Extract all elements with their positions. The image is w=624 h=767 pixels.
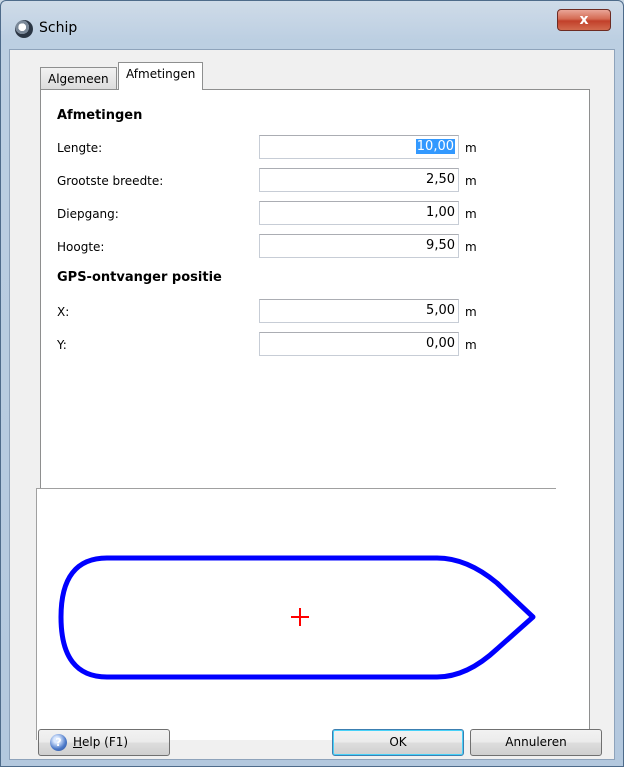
unit-lengte: m (465, 141, 477, 155)
label-diepgang: Diepgang: (57, 207, 119, 221)
help-label: Help (F1) (73, 735, 129, 749)
breedte-input[interactable]: 2,50 (259, 168, 459, 192)
tab-afmetingen[interactable]: Afmetingen (118, 62, 204, 90)
unit-diepgang: m (465, 207, 477, 221)
label-y: Y: (57, 338, 67, 352)
label-lengte: Lengte: (57, 141, 103, 155)
unit-hoogte: m (465, 240, 477, 254)
ship-preview-canvas (36, 488, 556, 740)
window-title: Schip (39, 20, 78, 36)
label-breedte: Grootste breedte: (57, 174, 164, 188)
unit-y: m (465, 338, 477, 352)
help-icon: ? (50, 734, 67, 751)
gps-marker-icon (291, 608, 309, 626)
close-button[interactable]: x (557, 9, 611, 31)
tab-algemeen[interactable]: Algemeen (40, 67, 117, 89)
lengte-value: 10,00 (415, 139, 455, 154)
help-button[interactable]: ? Help (F1) (38, 729, 170, 756)
section-title-afmetingen: Afmetingen (57, 108, 143, 123)
label-x: X: (57, 305, 70, 319)
ship-preview-svg (58, 555, 536, 680)
section-title-gps: GPS-ontvanger positie (57, 270, 222, 285)
dialog-window: Schip x Algemeen Afmetingen Afmetingen L… (0, 0, 624, 767)
label-hoogte: Hoogte: (57, 240, 105, 254)
app-icon (15, 20, 33, 38)
lengte-input[interactable]: 10,00 (259, 135, 459, 159)
diepgang-input[interactable]: 1,00 (259, 201, 459, 225)
unit-breedte: m (465, 174, 477, 188)
unit-x: m (465, 305, 477, 319)
hoogte-input[interactable]: 9,50 (259, 234, 459, 258)
ok-button[interactable]: OK (332, 729, 464, 756)
gps-x-input[interactable]: 5,00 (259, 299, 459, 323)
dialog-client: Algemeen Afmetingen Afmetingen Lengte: 1… (9, 49, 615, 760)
title-bar[interactable]: Schip x (1, 1, 623, 49)
cancel-button[interactable]: Annuleren (470, 729, 602, 756)
gps-y-input[interactable]: 0,00 (259, 332, 459, 356)
